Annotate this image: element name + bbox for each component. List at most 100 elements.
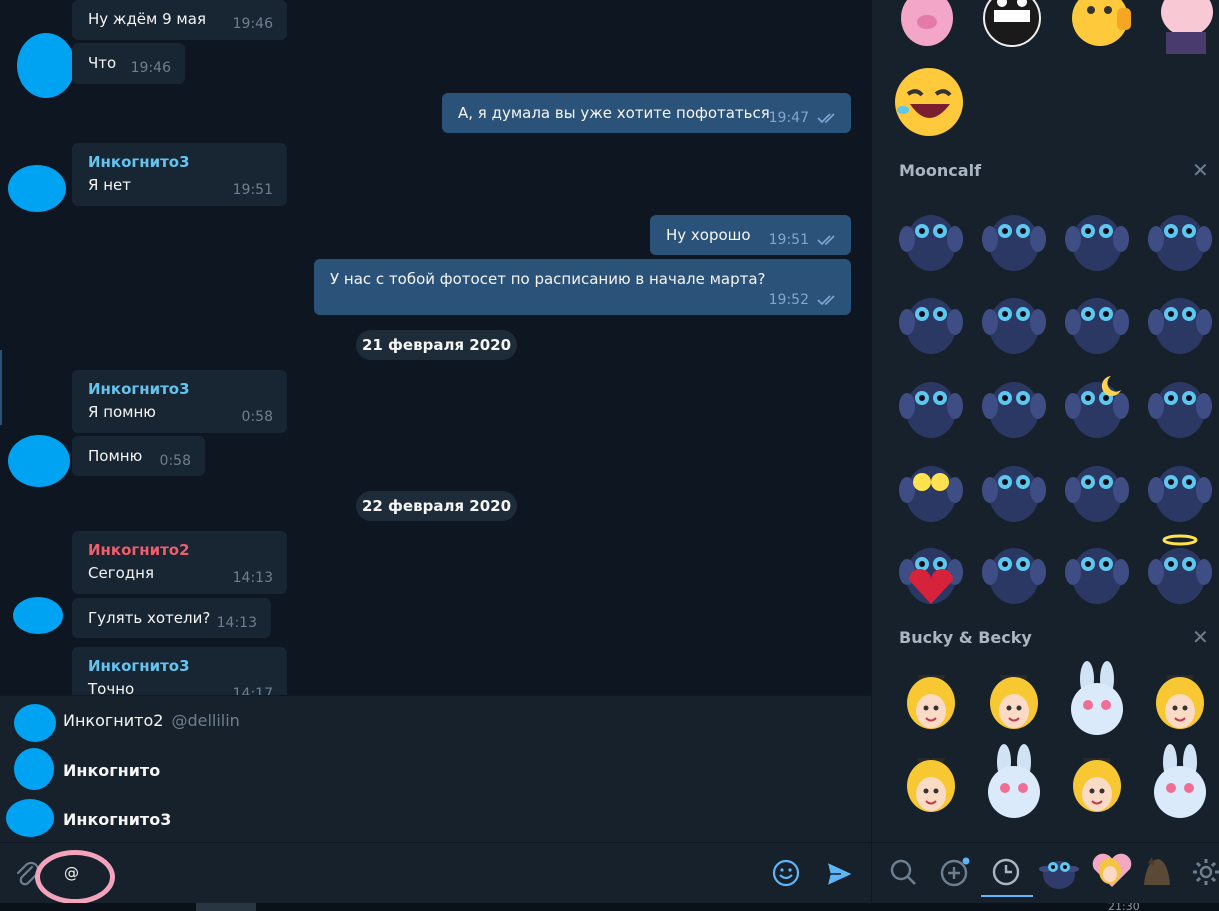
message-sender[interactable]: Инкогнито3 (88, 153, 190, 171)
sticker-mooncalf[interactable] (982, 466, 1046, 522)
close-set-icon[interactable]: ✕ (1192, 158, 1209, 182)
sticker-mooncalf[interactable] (1065, 298, 1129, 354)
sticker-mooncalf[interactable] (1065, 215, 1129, 271)
message-bubble[interactable]: Гулять хотели? 14:13 (72, 598, 271, 638)
sticker-mooncalf[interactable] (1148, 534, 1212, 604)
sticker-bucky-becky[interactable] (990, 675, 1038, 729)
sticker-thumbs-up-emoji[interactable] (1072, 0, 1131, 46)
selection-indicator (0, 350, 2, 425)
message-time: 19:46 (130, 60, 171, 76)
avatar[interactable] (13, 597, 63, 634)
message-text: Гулять хотели? (88, 609, 211, 627)
message-bubble[interactable]: Инкогнито3 Я помню 0:58 (72, 370, 287, 433)
sticker-mooncalf[interactable] (1065, 548, 1129, 604)
search-icon[interactable] (888, 857, 918, 887)
sticker-set-tab-mooncalf[interactable] (1037, 853, 1081, 889)
recent-clock-icon[interactable] (991, 857, 1021, 887)
mention-item[interactable]: Инкогнито (0, 746, 871, 795)
message-sender[interactable]: Инкогнито2 (88, 541, 190, 559)
date-separator: 22 февраля 2020 (356, 491, 517, 521)
sticker-bucky-becky[interactable] (1071, 661, 1123, 735)
read-checkmark-icon (817, 295, 835, 306)
sticker-bucky-becky[interactable] (1156, 675, 1204, 729)
sticker-bucky-becky[interactable] (988, 744, 1040, 818)
avatar (14, 704, 56, 742)
chat-history[interactable]: Ну ждём 9 мая 19:46 Что 19:46 А, я думал… (0, 0, 871, 695)
emoji-icon[interactable] (771, 858, 801, 888)
sticker-mooncalf[interactable] (899, 298, 963, 354)
sticker-mooncalf[interactable] (1148, 382, 1212, 438)
sticker-mooncalf[interactable] (982, 215, 1046, 271)
mention-autocomplete: Инкогнито2 @dellilin Инкогнито Инкогнито3 (0, 695, 871, 842)
message-bubble-outgoing[interactable]: Ну хорошо 19:51 (650, 215, 851, 255)
message-bubble[interactable]: Инкогнито2 Сегодня 14:13 (72, 531, 287, 594)
sticker-mooncalf[interactable] (982, 298, 1046, 354)
message-sender[interactable]: Инкогнито3 (88, 380, 190, 398)
sticker-bucky-becky[interactable] (907, 758, 955, 812)
message-bubble[interactable]: Помню 0:58 (72, 436, 205, 476)
sticker-mooncalf[interactable] (1148, 298, 1212, 354)
mention-item[interactable]: Инкогнито3 (0, 796, 871, 845)
sticker-bucky-becky[interactable] (907, 675, 955, 729)
message-bubble-outgoing[interactable]: У нас с тобой фотосет по расписанию в на… (314, 259, 851, 315)
message-time: 19:51 (232, 182, 273, 198)
message-time: 19:52 (768, 292, 809, 308)
settings-gear-icon[interactable] (1191, 857, 1219, 887)
mention-item[interactable]: Инкогнито2 @dellilin (0, 696, 871, 745)
message-text: Ну хорошо (666, 226, 751, 244)
sticker-mooncalf[interactable] (982, 382, 1046, 438)
message-time: 0:58 (159, 453, 191, 469)
message-text: Помню (88, 447, 143, 465)
sticker-mooncalf[interactable] (899, 215, 963, 271)
avatar (14, 748, 54, 790)
message-bubble[interactable]: Что 19:46 (72, 43, 185, 84)
message-text: Что (88, 54, 117, 72)
taskbar-clock: 21:30 (1108, 903, 1140, 911)
message-composer (0, 842, 871, 904)
sticker-panel: Mooncalf ✕ Bucky & Becky ✕ (871, 0, 1219, 903)
sticker-mooncalf[interactable] (1148, 466, 1212, 522)
message-time: 0:58 (241, 409, 273, 425)
add-sticker-icon[interactable] (938, 857, 972, 887)
sticker-mooncalf[interactable] (899, 466, 963, 522)
sticker-mooncalf[interactable] (899, 548, 963, 604)
read-checkmark-icon (817, 235, 835, 246)
sticker-bucky-becky[interactable] (1073, 758, 1121, 812)
avatar[interactable] (8, 435, 70, 487)
date-separator: 21 февраля 2020 (356, 330, 517, 360)
message-time: 19:47 (768, 110, 809, 126)
sticker-mooncalf[interactable] (1148, 215, 1212, 271)
message-time: 14:13 (216, 615, 257, 631)
sticker-mooncalf[interactable] (982, 548, 1046, 604)
message-time: 19:46 (232, 16, 273, 32)
message-bubble[interactable]: Ну ждём 9 мая 19:46 (72, 0, 287, 40)
close-set-icon[interactable]: ✕ (1192, 625, 1209, 649)
sticker-mooncalf[interactable] (1065, 466, 1129, 522)
message-bubble[interactable]: Инкогнито3 Я нет 19:51 (72, 143, 287, 206)
sticker-black-monster[interactable] (983, 0, 1041, 47)
horizontal-scrollbar[interactable] (196, 903, 256, 911)
sticker-mooncalf[interactable] (899, 382, 963, 438)
mention-handle: @dellilin (171, 711, 240, 730)
message-input[interactable] (50, 853, 730, 893)
message-time: 19:51 (768, 232, 809, 248)
sticker-pig[interactable] (901, 0, 953, 46)
sticker-cartoon-face[interactable] (1161, 0, 1213, 54)
avatar[interactable] (8, 165, 66, 212)
sticker-set-tab-cat[interactable] (1142, 855, 1172, 889)
message-time: 14:13 (232, 570, 273, 586)
avatar[interactable] (17, 33, 75, 98)
sticker-tab-bar (872, 842, 1219, 903)
send-icon[interactable] (825, 860, 855, 888)
message-sender[interactable]: Инкогнито3 (88, 657, 190, 675)
message-bubble-outgoing[interactable]: А, я думала вы уже хотите пофотаться 19:… (442, 93, 851, 133)
sticker-set-tab-bucky-becky[interactable] (1090, 851, 1134, 891)
mention-name: Инкогнито (63, 761, 161, 780)
message-bubble[interactable]: Инкогнито3 Точно 14:17 (72, 647, 287, 695)
sticker-mooncalf[interactable] (1065, 376, 1129, 438)
sticker-laughing-emoji[interactable] (895, 68, 963, 136)
message-text: А, я думала вы уже хотите пофотаться (458, 104, 770, 122)
message-text: Я помню (88, 403, 156, 421)
mention-name: Инкогнито2 @dellilin (63, 711, 240, 730)
sticker-bucky-becky[interactable] (1154, 744, 1206, 818)
